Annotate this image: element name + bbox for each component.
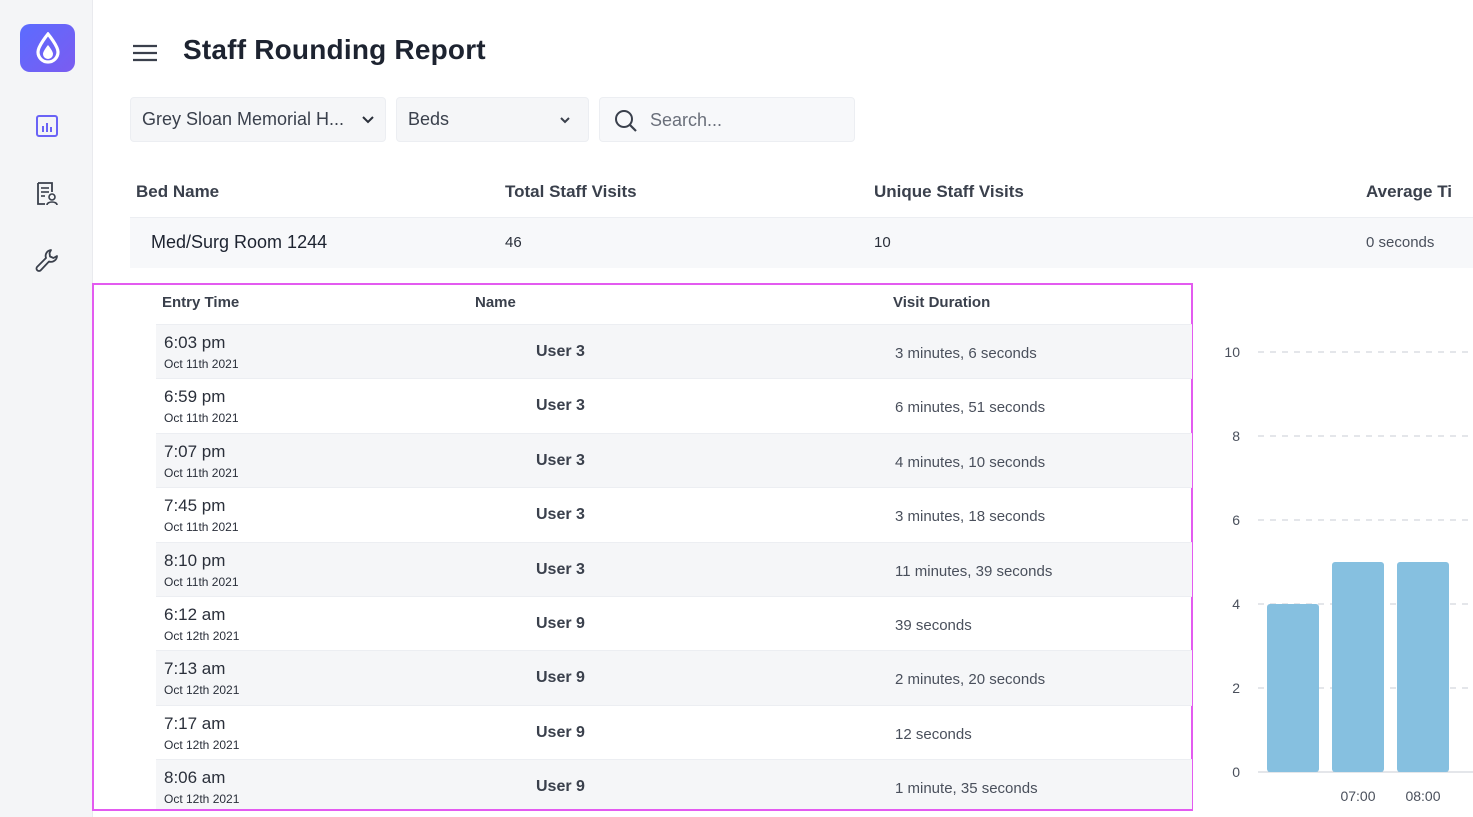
chart-bar[interactable] bbox=[1332, 562, 1384, 772]
staff-name: User 3 bbox=[536, 397, 585, 415]
settings-wrench-icon[interactable] bbox=[33, 246, 61, 274]
entry-time: 6:03 pm bbox=[164, 333, 226, 352]
entry-time: 6:12 am bbox=[164, 605, 226, 624]
staff-name: User 9 bbox=[536, 778, 585, 796]
x-tick-label: 07:00 bbox=[1340, 788, 1375, 804]
column-header-entry-time[interactable]: Entry Time bbox=[162, 294, 239, 311]
search-input[interactable] bbox=[648, 98, 852, 143]
staff-name: User 3 bbox=[536, 451, 585, 469]
y-tick-label: 10 bbox=[1224, 344, 1240, 360]
y-tick-label: 2 bbox=[1232, 680, 1240, 696]
main-content: Staff Rounding Report Grey Sloan Memoria… bbox=[92, 0, 1473, 817]
reports-chart-icon[interactable] bbox=[33, 112, 61, 140]
entry-time: 7:17 am bbox=[164, 713, 226, 733]
entry-date: Oct 11th 2021 bbox=[164, 411, 239, 426]
visit-duration: 12 seconds bbox=[895, 725, 972, 743]
table-row[interactable]: 8:06 am Oct 12th 2021 User 9 1 minute, 3… bbox=[156, 759, 1192, 810]
chart-bar[interactable] bbox=[1267, 604, 1319, 772]
page-title: Staff Rounding Report bbox=[183, 34, 486, 65]
visit-duration: 3 minutes, 6 seconds bbox=[895, 345, 1037, 362]
bed-name: Med/Surg Room 1244 bbox=[151, 232, 328, 252]
staff-name: User 3 bbox=[536, 506, 585, 524]
x-tick-label: 08:00 bbox=[1405, 788, 1440, 804]
type-select[interactable]: Beds bbox=[396, 97, 589, 142]
visits-bar-chart: 0 2 4 6 8 10 07:00 08:00 bbox=[1224, 344, 1473, 804]
entry-time: 8:10 pm bbox=[164, 550, 226, 570]
y-tick-label: 6 bbox=[1232, 512, 1240, 528]
staff-name: User 3 bbox=[536, 343, 585, 360]
staff-name: User 3 bbox=[536, 560, 585, 578]
entry-time: 7:13 am bbox=[164, 659, 226, 679]
search-box[interactable] bbox=[599, 97, 855, 143]
column-header-total-staff-visits[interactable]: Total Staff Visits bbox=[505, 182, 637, 202]
y-tick-label: 8 bbox=[1232, 428, 1240, 444]
entry-date: Oct 11th 2021 bbox=[164, 574, 239, 589]
y-tick-label: 4 bbox=[1232, 596, 1240, 612]
type-select-value: Beds bbox=[408, 109, 450, 129]
table-row[interactable]: 7:07 pm Oct 11th 2021 User 3 4 minutes, … bbox=[156, 432, 1192, 488]
column-header-average-time[interactable]: Average Ti bbox=[1366, 182, 1473, 202]
bed-row[interactable]: Med/Surg Room 1244 46 10 0 seconds bbox=[130, 217, 1473, 268]
staff-name: User 9 bbox=[536, 723, 585, 741]
unique-staff-visits: 10 bbox=[874, 234, 891, 251]
visit-details-panel: Entry Time Name Visit Duration 6:03 pm O… bbox=[92, 283, 1193, 811]
visit-duration: 6 minutes, 51 seconds bbox=[895, 399, 1046, 417]
staff-name: User 9 bbox=[536, 615, 585, 632]
entry-date: Oct 12th 2021 bbox=[164, 792, 240, 807]
facility-select-value: Grey Sloan Memorial H... bbox=[142, 109, 345, 129]
chevron-down-icon bbox=[560, 117, 570, 124]
hamburger-menu-icon[interactable] bbox=[132, 40, 158, 66]
y-tick-label: 0 bbox=[1232, 764, 1240, 780]
sidebar bbox=[0, 0, 93, 817]
visit-duration: 1 minute, 35 seconds bbox=[895, 780, 1038, 798]
total-staff-visits: 46 bbox=[505, 234, 522, 251]
visit-duration: 4 minutes, 10 seconds bbox=[895, 453, 1046, 471]
app-logo[interactable] bbox=[20, 24, 75, 72]
table-row[interactable]: 6:03 pm Oct 11th 2021 User 3 3 minutes, … bbox=[156, 324, 1192, 379]
droplet-icon bbox=[35, 32, 60, 64]
table-row[interactable]: 6:12 am Oct 12th 2021 User 9 39 seconds bbox=[156, 596, 1192, 650]
staff-name: User 9 bbox=[536, 669, 585, 687]
table-row[interactable]: 7:17 am Oct 12th 2021 User 9 12 seconds bbox=[156, 704, 1192, 759]
entry-date: Oct 11th 2021 bbox=[164, 465, 239, 480]
visit-duration: 11 minutes, 39 seconds bbox=[895, 562, 1053, 580]
visit-duration: 3 minutes, 18 seconds bbox=[895, 508, 1046, 526]
table-row[interactable]: 8:10 pm Oct 11th 2021 User 3 11 minutes,… bbox=[156, 541, 1192, 596]
entry-time: 6:59 pm bbox=[164, 387, 226, 407]
facility-select[interactable]: Grey Sloan Memorial H... bbox=[130, 97, 386, 142]
entry-time: 7:45 pm bbox=[164, 496, 226, 516]
column-header-name[interactable]: Name bbox=[475, 294, 516, 311]
entry-date: Oct 12th 2021 bbox=[164, 629, 240, 643]
table-row[interactable]: 7:45 pm Oct 11th 2021 User 3 3 minutes, … bbox=[156, 487, 1192, 541]
entry-date: Oct 11th 2021 bbox=[164, 357, 239, 371]
staff-report-icon[interactable] bbox=[33, 180, 61, 208]
entry-date: Oct 12th 2021 bbox=[164, 737, 240, 752]
entry-time: 7:07 pm bbox=[164, 441, 226, 461]
visit-duration: 39 seconds bbox=[895, 617, 972, 634]
entry-date: Oct 12th 2021 bbox=[164, 683, 240, 698]
search-icon bbox=[615, 110, 637, 132]
table-row[interactable]: 6:59 pm Oct 11th 2021 User 3 6 minutes, … bbox=[156, 378, 1192, 432]
entry-time: 8:06 am bbox=[164, 768, 226, 788]
table-row[interactable]: 7:13 am Oct 12th 2021 User 9 2 minutes, … bbox=[156, 650, 1192, 705]
column-header-visit-duration[interactable]: Visit Duration bbox=[893, 294, 990, 311]
average-time: 0 seconds bbox=[1366, 234, 1435, 251]
entry-date: Oct 11th 2021 bbox=[164, 520, 239, 535]
column-header-bed-name[interactable]: Bed Name bbox=[136, 182, 219, 202]
visit-duration: 2 minutes, 20 seconds bbox=[895, 671, 1046, 689]
column-header-unique-staff-visits[interactable]: Unique Staff Visits bbox=[874, 182, 1024, 202]
chevron-down-icon bbox=[362, 116, 374, 124]
chart-bar[interactable] bbox=[1397, 562, 1449, 772]
